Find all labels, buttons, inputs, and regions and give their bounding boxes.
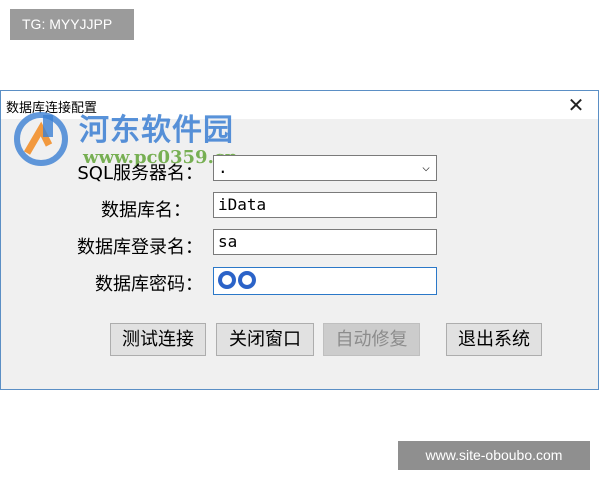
watermark-tag-bottom: www.site-oboubo.com — [398, 441, 590, 470]
db-connection-dialog: 数据库连接配置 ✕ 河东软件园 www.pc0359.cn SQL服务器名： .… — [0, 90, 599, 390]
watermark-tag-top: TG: MYYJJPP — [10, 9, 134, 40]
close-window-button[interactable]: 关闭窗口 — [216, 323, 314, 356]
auto-repair-button[interactable]: 自动修复 — [323, 323, 420, 356]
password-label: 数据库密码： — [95, 274, 203, 295]
password-mask-dot — [238, 271, 256, 289]
database-input[interactable]: iData — [213, 192, 437, 218]
password-mask — [218, 271, 256, 289]
server-value: . — [218, 158, 228, 177]
server-combobox[interactable]: . ⌵ — [213, 155, 437, 181]
test-connection-button[interactable]: 测试连接 — [110, 323, 206, 356]
close-icon[interactable]: ✕ — [554, 91, 598, 119]
login-input[interactable]: sa — [213, 229, 437, 255]
database-label: 数据库名： — [101, 200, 191, 221]
password-input[interactable] — [213, 267, 437, 295]
chevron-down-icon[interactable]: ⌵ — [422, 156, 430, 180]
watermark-site-name: 河东软件园 — [79, 113, 234, 148]
database-value: iData — [218, 195, 267, 214]
password-mask-dot — [218, 271, 236, 289]
server-label: SQL服务器名： — [77, 163, 203, 184]
login-value: sa — [218, 232, 238, 251]
exit-system-button[interactable]: 退出系统 — [446, 323, 542, 356]
login-label: 数据库登录名： — [77, 237, 203, 258]
